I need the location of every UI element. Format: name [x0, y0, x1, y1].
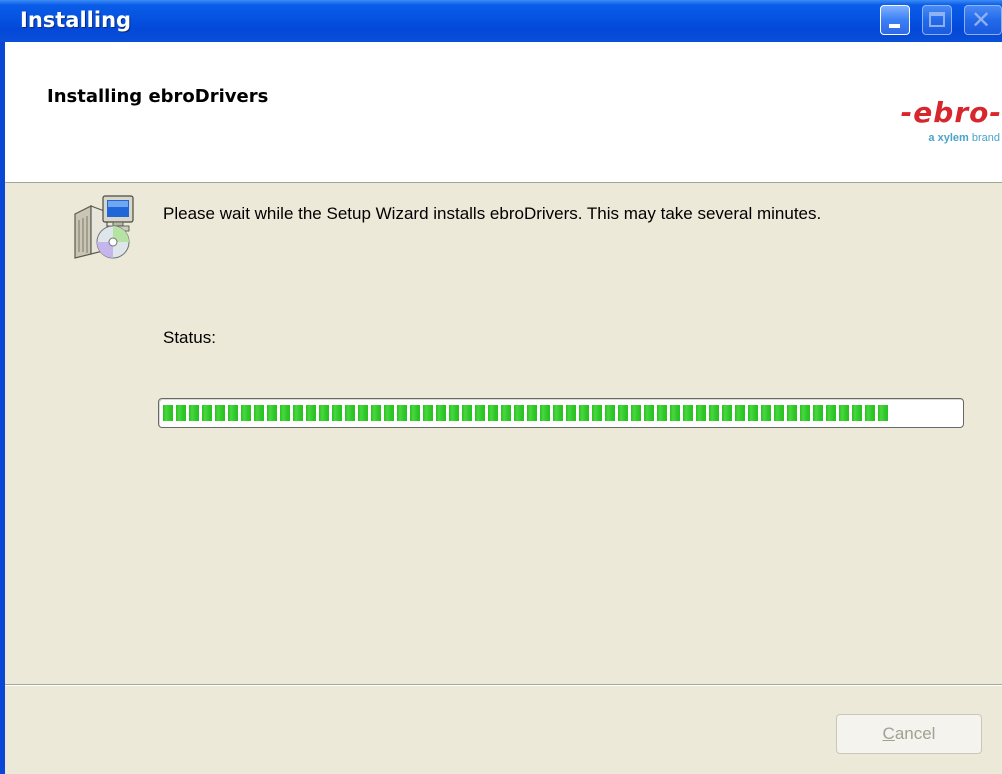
- close-icon: ✕: [971, 6, 992, 34]
- header-banner: Installing ebroDrivers -ebro- a xylem br…: [5, 42, 1002, 183]
- minimize-icon: [889, 24, 900, 28]
- progress-fill: [163, 405, 888, 421]
- minimize-button[interactable]: [880, 5, 910, 35]
- maximize-icon: [929, 12, 945, 27]
- logo-tagline: a xylem brand: [901, 132, 1002, 144]
- close-button: ✕: [964, 5, 1002, 35]
- logo-tagline-rest: brand: [968, 132, 1000, 144]
- logo-wordmark: -ebro-: [900, 96, 1002, 129]
- cancel-accelerator: C: [882, 724, 895, 743]
- cancel-label-rest: ancel: [894, 724, 936, 743]
- install-progress-bar: [158, 398, 964, 428]
- installer-window: Installing ✕ Installing ebroDrivers -ebr…: [0, 0, 1002, 774]
- page-title: Installing ebroDrivers: [47, 86, 269, 107]
- window-title: Installing: [20, 8, 132, 32]
- status-label: Status:: [163, 328, 216, 347]
- wait-message: Please wait while the Setup Wizard insta…: [163, 204, 822, 223]
- cancel-button[interactable]: Cancel: [836, 714, 982, 754]
- maximize-button: [922, 5, 952, 35]
- footer-divider: [5, 684, 1002, 686]
- logo-tagline-bold: a xylem: [928, 132, 969, 144]
- ebro-logo: -ebro- a xylem brand: [900, 96, 1002, 145]
- title-bar[interactable]: Installing ✕: [0, 0, 1002, 42]
- setup-computer-disc-icon: [74, 195, 134, 259]
